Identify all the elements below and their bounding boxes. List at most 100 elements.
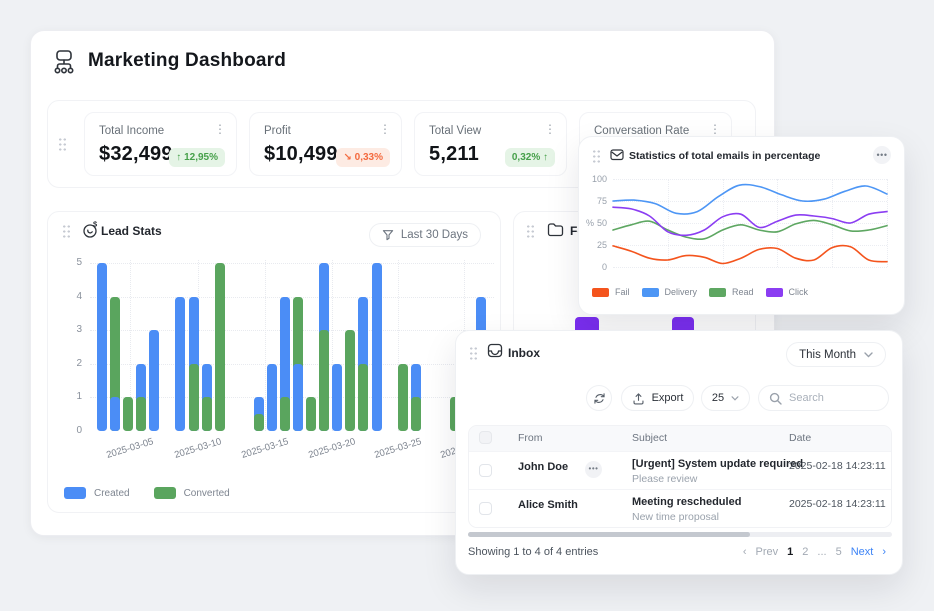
pagination-item-2[interactable]: 2 xyxy=(802,546,808,558)
bar-converted xyxy=(306,397,316,431)
search-box[interactable] xyxy=(758,385,889,411)
kebab-menu-icon[interactable]: ⋮ xyxy=(544,123,556,135)
bar-created xyxy=(293,364,303,431)
legend-label: Created xyxy=(94,488,130,499)
row-checkbox[interactable] xyxy=(479,464,492,477)
gridline xyxy=(90,263,494,264)
page-title: Marketing Dashboard xyxy=(88,50,286,72)
bar-converted xyxy=(345,330,355,431)
y-axis-tick-label: 3 xyxy=(60,324,82,335)
search-input[interactable] xyxy=(789,392,881,404)
drag-handle-icon[interactable] xyxy=(526,224,535,239)
lead-stats-legend: Created Converted xyxy=(64,487,230,499)
stat-card-profit: Profit ⋮ $10,499↘ 0,33% xyxy=(249,112,402,176)
bar-converted xyxy=(280,397,290,431)
stat-card-value: 5,211 xyxy=(429,143,479,166)
table-row[interactable]: Alice Smith Meeting rescheduled New time p… xyxy=(469,489,891,527)
pagination-item-[interactable]: › xyxy=(882,546,886,558)
bar-converted xyxy=(358,364,368,431)
lead-stats-card: $ Lead Stats Last 30 Days 0123452025-03-… xyxy=(47,211,501,513)
pagination-item-[interactable]: ‹ xyxy=(743,546,747,558)
pagination: ‹ Prev 12... 5 Next › xyxy=(743,546,886,558)
line-series-delivery xyxy=(613,185,887,215)
entries-summary: Showing 1 to 4 of 4 entries xyxy=(468,546,598,558)
stat-card-value: $32,499 xyxy=(99,143,173,166)
legend-swatch xyxy=(766,288,783,297)
gridline xyxy=(613,267,887,268)
stat-card-title: Total Income xyxy=(99,125,164,137)
export-button[interactable]: Export xyxy=(621,385,694,411)
row-from: Alice Smith xyxy=(518,499,578,511)
line-series-fail xyxy=(613,246,887,264)
legend-swatch xyxy=(642,288,659,297)
kebab-menu-icon[interactable]: ⋮ xyxy=(709,123,721,135)
pagination-item-next[interactable]: Next xyxy=(851,546,874,558)
row-menu-button[interactable]: ••• xyxy=(585,461,602,478)
row-subject-preview: Please review xyxy=(632,473,803,485)
y-axis-unit-label: % xyxy=(586,218,594,228)
x-axis-tick-label: 2025-03-20 xyxy=(294,432,370,465)
bar-created xyxy=(175,297,185,431)
search-icon xyxy=(769,392,782,405)
pagination-item-1[interactable]: 1 xyxy=(787,546,793,558)
bar-converted xyxy=(254,414,264,431)
bar-converted xyxy=(411,397,421,431)
bar-converted xyxy=(319,330,329,431)
bar-converted xyxy=(202,397,212,431)
row-subject-title: [Urgent] System update required xyxy=(632,458,803,470)
bar-created xyxy=(267,364,277,431)
legend-label: Read xyxy=(732,287,754,297)
gridline xyxy=(265,260,266,431)
pagination-item-5[interactable]: 5 xyxy=(836,546,842,558)
scrollbar-thumb[interactable] xyxy=(468,532,750,537)
y-axis-tick-label: 1 xyxy=(60,391,82,402)
row-date: 2025-02-18 14:23:11 xyxy=(789,460,886,472)
stat-card-trend-badge: ↘ 0,33% xyxy=(336,148,390,167)
y-axis-tick-label: 25 xyxy=(583,240,607,250)
folder-icon xyxy=(547,222,564,237)
column-header-from: From xyxy=(518,432,543,444)
drag-handle-icon[interactable] xyxy=(469,346,478,361)
legend-item-converted: Converted xyxy=(154,487,230,499)
stat-card-value: $10,499 xyxy=(264,143,338,166)
y-axis-tick-label: 75 xyxy=(583,196,607,206)
inbox-table: From Subject Date John Doe•••[Urgent] Sy… xyxy=(468,425,892,528)
row-from: John Doe xyxy=(518,461,568,473)
row-subject-title: Meeting rescheduled xyxy=(632,496,741,508)
gridline xyxy=(887,179,888,267)
row-subject-preview: New time proposal xyxy=(632,511,741,523)
horizontal-scrollbar[interactable] xyxy=(468,532,892,537)
drag-handle-icon[interactable] xyxy=(58,137,67,152)
legend-swatch xyxy=(154,487,176,499)
legend-label: Converted xyxy=(184,488,230,499)
y-axis-tick-label: 2 xyxy=(60,358,82,369)
refresh-button[interactable] xyxy=(586,385,612,411)
bar-created xyxy=(149,330,159,431)
pagination-item-[interactable]: ... xyxy=(817,546,826,558)
select-all-checkbox[interactable] xyxy=(479,431,492,444)
kebab-menu-icon[interactable]: ⋮ xyxy=(379,123,391,135)
inbox-icon xyxy=(487,343,503,358)
lead-stats-chart: 0123452025-03-052025-03-102025-03-152025… xyxy=(48,212,500,512)
legend-swatch xyxy=(64,487,86,499)
y-axis-tick-label: 0 xyxy=(583,262,607,272)
column-header-subject: Subject xyxy=(632,432,667,444)
row-subject: Meeting rescheduled New time proposal xyxy=(632,496,741,523)
legend-item-click: Click xyxy=(766,287,809,297)
y-axis-tick-label: 100 xyxy=(583,174,607,184)
table-row[interactable]: John Doe ••• [Urgent] System update requir… xyxy=(469,451,891,489)
legend-item-read: Read xyxy=(709,287,754,297)
page-size-select[interactable]: 25 xyxy=(701,385,750,411)
period-select[interactable]: This Month xyxy=(786,342,886,367)
stat-card-title: Total View xyxy=(429,125,481,137)
bar-created xyxy=(372,263,382,431)
y-axis-tick-label: 0 xyxy=(60,425,82,436)
stat-card-title: Profit xyxy=(264,125,291,137)
period-select-label: This Month xyxy=(799,349,856,361)
bar-converted xyxy=(215,263,225,431)
bar-created xyxy=(110,397,120,431)
pagination-item-prev[interactable]: Prev xyxy=(756,546,779,558)
line-series-click xyxy=(613,207,887,235)
row-checkbox[interactable] xyxy=(479,502,492,515)
kebab-menu-icon[interactable]: ⋮ xyxy=(214,123,226,135)
